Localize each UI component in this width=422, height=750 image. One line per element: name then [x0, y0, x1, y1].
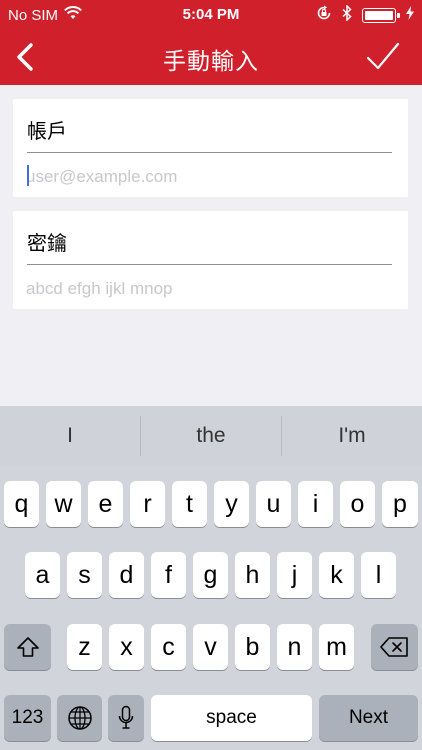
key-j[interactable]: j [277, 552, 312, 598]
charging-bolt-icon [406, 6, 414, 24]
key-input[interactable] [26, 277, 392, 301]
key-g[interactable]: g [193, 552, 228, 598]
account-input[interactable] [26, 165, 392, 189]
key-t[interactable]: t [172, 481, 207, 527]
orientation-lock-icon [316, 5, 332, 25]
battery-icon [362, 7, 400, 23]
key-q[interactable]: q [4, 481, 39, 527]
key-f[interactable]: f [151, 552, 186, 598]
suggestion-1[interactable]: I [0, 406, 140, 466]
page-title: 手動輸入 [163, 49, 259, 75]
shift-icon [16, 637, 39, 657]
key-divider [27, 264, 392, 265]
key-i[interactable]: i [298, 481, 333, 527]
done-button[interactable] [366, 42, 400, 72]
next-key[interactable]: Next [319, 695, 418, 741]
key-n[interactable]: n [277, 624, 312, 670]
key-d[interactable]: d [109, 552, 144, 598]
key-k[interactable]: k [319, 552, 354, 598]
backspace-icon [379, 637, 408, 657]
microphone-icon [118, 705, 134, 729]
suggestion-bar: I the I'm [0, 406, 422, 466]
key-l[interactable]: l [361, 552, 396, 598]
app-header: No SIM 5:04 PM 手動輸入 [0, 0, 422, 85]
key-e[interactable]: e [88, 481, 123, 527]
key-b[interactable]: b [235, 624, 270, 670]
account-label: 帳戶 [27, 119, 67, 143]
dictation-key[interactable] [108, 695, 144, 741]
account-divider [27, 152, 392, 153]
numbers-key[interactable]: 123 [4, 695, 51, 741]
key-x[interactable]: x [109, 624, 144, 670]
key-y[interactable]: y [214, 481, 249, 527]
suggestion-2[interactable]: the [141, 406, 281, 466]
key-m[interactable]: m [319, 624, 354, 670]
key-o[interactable]: o [340, 481, 375, 527]
account-card: 帳戶 [13, 99, 408, 197]
status-bar: No SIM 5:04 PM [0, 0, 422, 30]
key-c[interactable]: c [151, 624, 186, 670]
key-card: 密鑰 [13, 211, 408, 309]
key-p[interactable]: p [382, 481, 418, 527]
key-label: 密鑰 [27, 231, 67, 255]
checkmark-icon [366, 42, 400, 70]
key-a[interactable]: a [25, 552, 60, 598]
key-v[interactable]: v [193, 624, 228, 670]
globe-key[interactable] [57, 695, 102, 741]
delete-key[interactable] [371, 624, 418, 670]
key-w[interactable]: w [46, 481, 81, 527]
key-h[interactable]: h [235, 552, 270, 598]
text-caret [27, 165, 29, 186]
key-r[interactable]: r [130, 481, 165, 527]
shift-key[interactable] [4, 624, 51, 670]
key-u[interactable]: u [256, 481, 291, 527]
nav-bar: 手動輸入 [0, 30, 422, 85]
keyboard: I the I'm q w e r t y u i o p a s d f g … [0, 406, 422, 750]
key-z[interactable]: z [67, 624, 102, 670]
status-right [316, 4, 414, 25]
globe-icon [67, 706, 92, 730]
bluetooth-icon [342, 4, 352, 25]
suggestion-3[interactable]: I'm [282, 406, 422, 466]
key-s[interactable]: s [67, 552, 102, 598]
space-key[interactable]: space [151, 695, 312, 741]
